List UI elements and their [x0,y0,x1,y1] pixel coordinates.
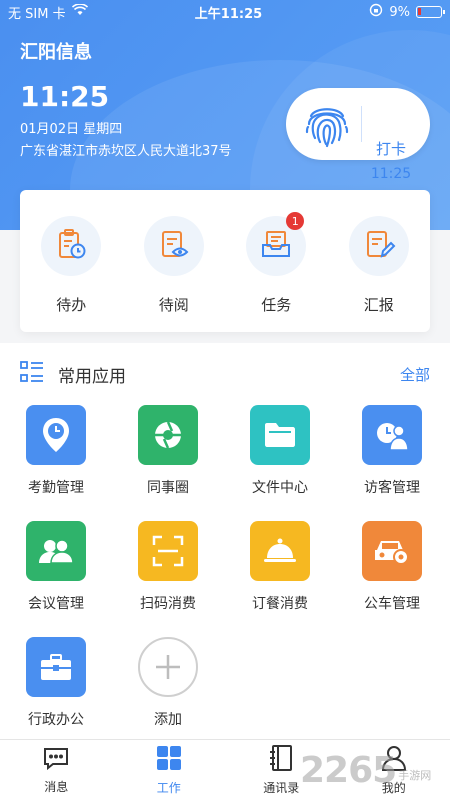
inbox-tray-icon [259,227,293,265]
nav-label: 通讯录 [263,780,300,795]
common-apps-section: 常用应用 全部 考勤管理 同事圈 文件中心 访客管理 会议管理 扫码消费 订餐消… [0,343,450,739]
view-all-link[interactable]: 全部 [400,364,430,385]
location-clock-icon [26,405,86,465]
app-label: 会议管理 [28,596,84,612]
bottom-nav: 消息 工作 通讯录 我的 [0,739,450,800]
nav-contacts[interactable]: 通讯录 [225,740,338,800]
wifi-icon [71,3,88,20]
grid-icon [156,745,182,775]
rotation-lock-icon [369,3,383,21]
app-meeting-management[interactable]: 会议管理 [0,521,112,637]
food-cloche-icon [250,521,310,581]
quick-item-label: 待办 [56,296,87,314]
app-label: 扫码消费 [140,596,196,612]
task-count-badge: 1 [286,212,305,230]
punch-divider [361,106,362,142]
quick-item-to-read[interactable]: 待阅 [134,216,214,315]
briefcase-icon [26,637,86,697]
section-title: 常用应用 [58,366,126,387]
quick-item-report[interactable]: 汇报 [339,216,419,315]
nav-profile[interactable]: 我的 [338,740,450,800]
aperture-icon [138,405,198,465]
nav-messages[interactable]: 消息 [0,740,113,800]
plus-icon [138,637,198,697]
app-file-center[interactable]: 文件中心 [224,405,336,521]
current-address: 广东省湛江市赤坎区人民大道北37号 [20,144,232,159]
app-label: 考勤管理 [28,480,84,496]
app-scan-pay[interactable]: 扫码消费 [112,521,224,637]
punch-in-button[interactable]: 打卡 11:25 [286,88,430,182]
folder-icon [250,405,310,465]
punch-time: 11:25 [370,166,412,182]
document-eye-icon [157,227,191,265]
person-icon [381,745,407,775]
battery-icon [416,6,445,18]
punch-label: 打卡 [375,140,406,158]
app-meal-order[interactable]: 订餐消费 [224,521,336,637]
app-label: 公车管理 [364,596,420,612]
app-label: 同事圈 [147,480,189,496]
quick-item-label: 待阅 [158,296,189,314]
status-bar: 无 SIM 卡 上午11:25 9% [0,0,450,24]
company-name: 汇阳信息 [20,42,92,63]
current-date: 01月02日 星期四 [20,122,123,137]
quick-item-label: 任务 [261,296,292,314]
list-grid-icon [20,361,44,387]
people-icon [26,521,86,581]
app-vehicle-management[interactable]: 公车管理 [336,521,448,637]
car-icon [362,521,422,581]
quick-actions-card: 待办 待阅 1 任务 汇报 [20,190,430,332]
current-time: 11:25 [20,80,110,113]
app-colleague-circle[interactable]: 同事圈 [112,405,224,521]
app-attendance[interactable]: 考勤管理 [0,405,112,521]
add-app-button[interactable]: 添加 [112,637,224,753]
nav-label: 工作 [156,780,181,795]
scan-icon [138,521,198,581]
app-visitor-management[interactable]: 访客管理 [336,405,448,521]
clipboard-clock-icon [54,227,88,265]
nav-label: 我的 [381,780,406,795]
app-label: 访客管理 [364,480,420,496]
contacts-book-icon [269,744,293,775]
app-label: 订餐消费 [252,596,308,612]
app-admin-office[interactable]: 行政办公 [0,637,112,753]
app-label: 行政办公 [28,712,84,728]
nav-label: 消息 [44,779,69,794]
visitor-icon [362,405,422,465]
quick-item-task[interactable]: 1 任务 [236,212,316,315]
battery-percent: 9% [389,4,410,20]
status-time: 上午11:25 [194,6,263,22]
fingerprint-icon [300,97,354,151]
app-label: 文件中心 [252,480,308,496]
chat-icon [43,746,69,774]
document-edit-icon [362,227,396,265]
nav-work[interactable]: 工作 [113,740,226,800]
quick-item-todo[interactable]: 待办 [31,216,111,315]
app-label: 添加 [154,712,182,728]
carrier-text: 无 SIM 卡 [8,6,66,22]
quick-item-label: 汇报 [363,296,394,314]
